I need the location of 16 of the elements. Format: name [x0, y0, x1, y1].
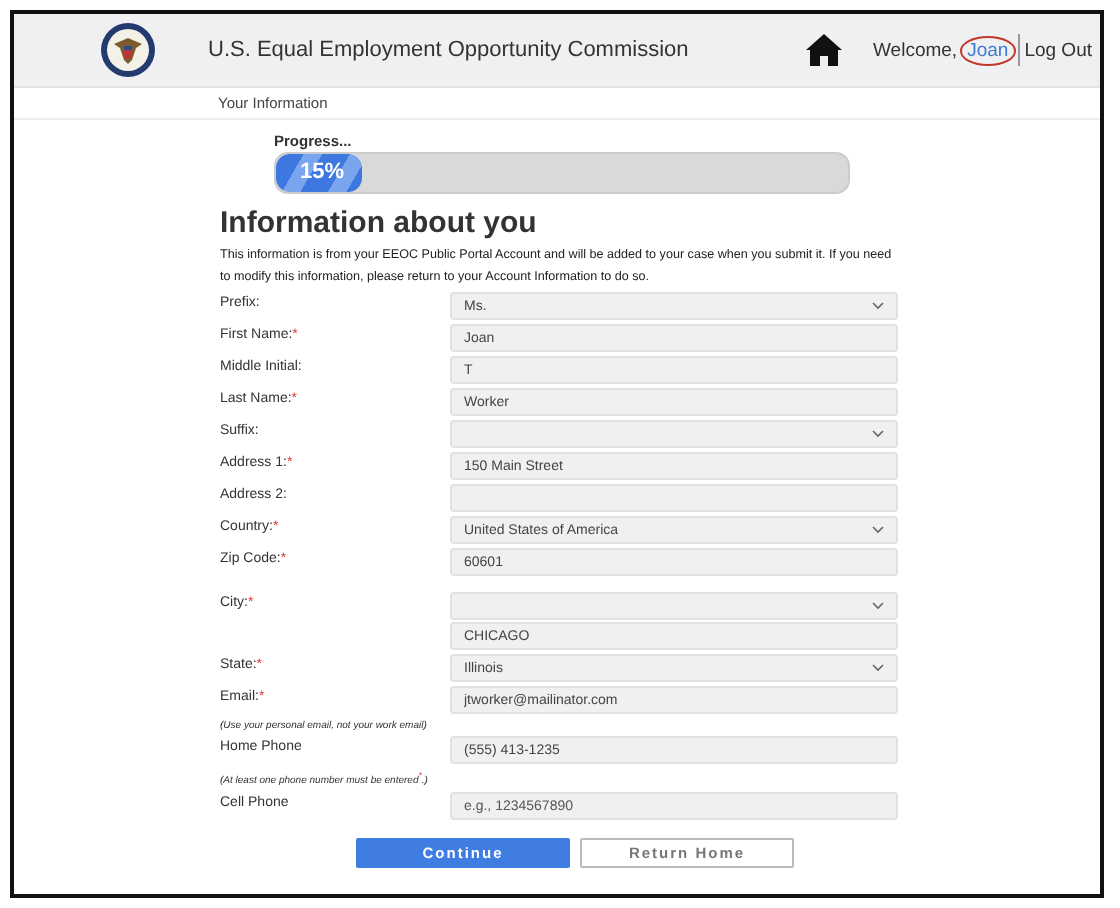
caret-icon — [872, 664, 884, 673]
input-field[interactable] — [450, 484, 898, 513]
site-title: U.S. Equal Employment Opportunity Commission — [208, 38, 691, 62]
user-name-link[interactable]: Joan — [959, 35, 1017, 65]
dropdown-field[interactable] — [450, 592, 898, 621]
home-icon[interactable] — [805, 34, 842, 66]
caret-icon — [872, 526, 884, 535]
seal-icon — [100, 22, 156, 78]
progress-reading: 15% — [300, 160, 345, 184]
logout-link[interactable]: Log Out — [1024, 39, 1092, 61]
caret-icon — [872, 302, 884, 311]
caret-icon — [872, 602, 884, 611]
page-heading: Information about you — [220, 206, 539, 240]
dropdown-field[interactable] — [450, 420, 898, 449]
welcome-text: Welcome, — [873, 39, 958, 61]
caret-icon — [872, 430, 884, 439]
